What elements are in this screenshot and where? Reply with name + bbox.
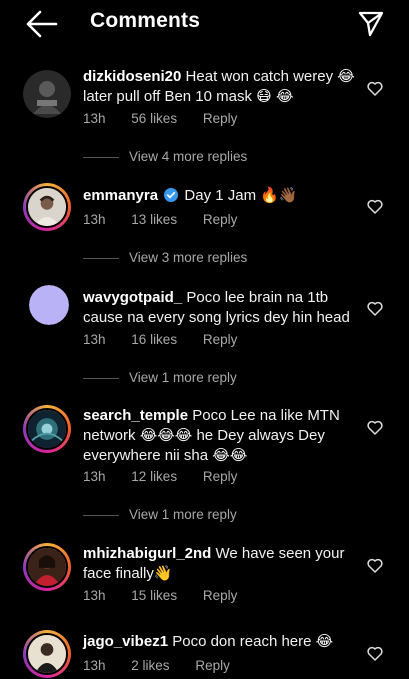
view-replies-label: View 4 more replies	[129, 149, 248, 164]
comment-time: 13h	[83, 588, 106, 603]
view-replies-label: View 3 more replies	[129, 250, 248, 265]
comment-body: Poco don reach here 😂	[172, 633, 334, 650]
avatar[interactable]	[23, 543, 71, 591]
view-more-replies[interactable]: View 1 more reply	[83, 507, 237, 522]
reply-button[interactable]: Reply	[203, 111, 238, 126]
heart-icon[interactable]	[367, 301, 383, 316]
comment-likes[interactable]: 12 likes	[131, 469, 177, 484]
comment-time: 13h	[83, 658, 106, 673]
view-replies-label: View 1 more reply	[129, 370, 237, 385]
comment-meta: 13h 16 likes Reply	[83, 332, 259, 347]
reply-button[interactable]: Reply	[195, 658, 230, 673]
comment-text: wavygotpaid_ Poco lee brain na 1tb cause…	[83, 288, 358, 328]
heart-icon[interactable]	[367, 81, 383, 96]
view-more-replies[interactable]: View 4 more replies	[83, 149, 247, 164]
comment-time: 13h	[83, 469, 106, 484]
comment-username[interactable]: wavygotpaid_	[83, 289, 182, 306]
share-button[interactable]	[357, 9, 385, 37]
arrow-left-icon	[26, 10, 58, 38]
comment-text: jago_vibez1 Poco don reach here 😂	[83, 632, 358, 652]
avatar[interactable]	[23, 630, 71, 678]
avatar[interactable]	[29, 285, 69, 325]
view-more-replies[interactable]: View 1 more reply	[83, 370, 237, 385]
comment-time: 13h	[83, 212, 106, 227]
comment-body: Day 1 Jam 🔥👋🏾	[184, 187, 298, 204]
divider	[83, 514, 119, 516]
divider	[83, 257, 119, 259]
comment-likes[interactable]: 15 likes	[131, 588, 177, 603]
avatar[interactable]	[23, 70, 71, 118]
back-button[interactable]	[26, 10, 58, 38]
comment-username[interactable]: emmanyra	[83, 187, 158, 204]
comment-time: 13h	[83, 111, 106, 126]
comment-text: dizkidoseni20 Heat won catch werey 😂 lat…	[83, 67, 358, 107]
avatar[interactable]	[23, 183, 71, 231]
comment-username[interactable]: dizkidoseni20	[83, 68, 181, 85]
header-bar: Comments	[0, 0, 409, 46]
comment-meta: 13h 15 likes Reply	[83, 588, 259, 603]
comment-username[interactable]: mhizhabigurl_2nd	[83, 545, 211, 562]
comment-meta: 13h 2 likes Reply	[83, 658, 252, 673]
comment-text: emmanyra Day 1 Jam 🔥👋🏾	[83, 186, 358, 206]
view-more-replies[interactable]: View 3 more replies	[83, 250, 247, 265]
comment-likes[interactable]: 13 likes	[131, 212, 177, 227]
reply-button[interactable]: Reply	[203, 212, 238, 227]
heart-icon[interactable]	[367, 646, 383, 661]
verified-badge-icon	[164, 188, 179, 202]
comment-text: search_temple Poco Lee na like MTN netwo…	[83, 406, 358, 466]
heart-icon[interactable]	[367, 558, 383, 573]
comment-username[interactable]: search_temple	[83, 407, 188, 424]
avatar[interactable]	[23, 405, 71, 453]
heart-icon[interactable]	[367, 420, 383, 435]
comment-likes[interactable]: 2 likes	[131, 658, 169, 673]
page-title: Comments	[90, 9, 201, 32]
comment-likes[interactable]: 16 likes	[131, 332, 177, 347]
comment-likes[interactable]: 56 likes	[131, 111, 177, 126]
paper-plane-icon	[358, 11, 384, 37]
comment-meta: 13h 12 likes Reply	[83, 469, 259, 484]
comment-meta: 13h 56 likes Reply	[83, 111, 259, 126]
reply-button[interactable]: Reply	[203, 332, 238, 347]
view-replies-label: View 1 more reply	[129, 507, 237, 522]
comment-text: mhizhabigurl_2nd We have seen your face …	[83, 544, 358, 584]
heart-icon[interactable]	[367, 199, 383, 214]
comment-username[interactable]: jago_vibez1	[83, 633, 168, 650]
comment-time: 13h	[83, 332, 106, 347]
comment-meta: 13h 13 likes Reply	[83, 212, 259, 227]
reply-button[interactable]: Reply	[203, 588, 238, 603]
divider	[83, 156, 119, 158]
reply-button[interactable]: Reply	[203, 469, 238, 484]
divider	[83, 377, 119, 379]
